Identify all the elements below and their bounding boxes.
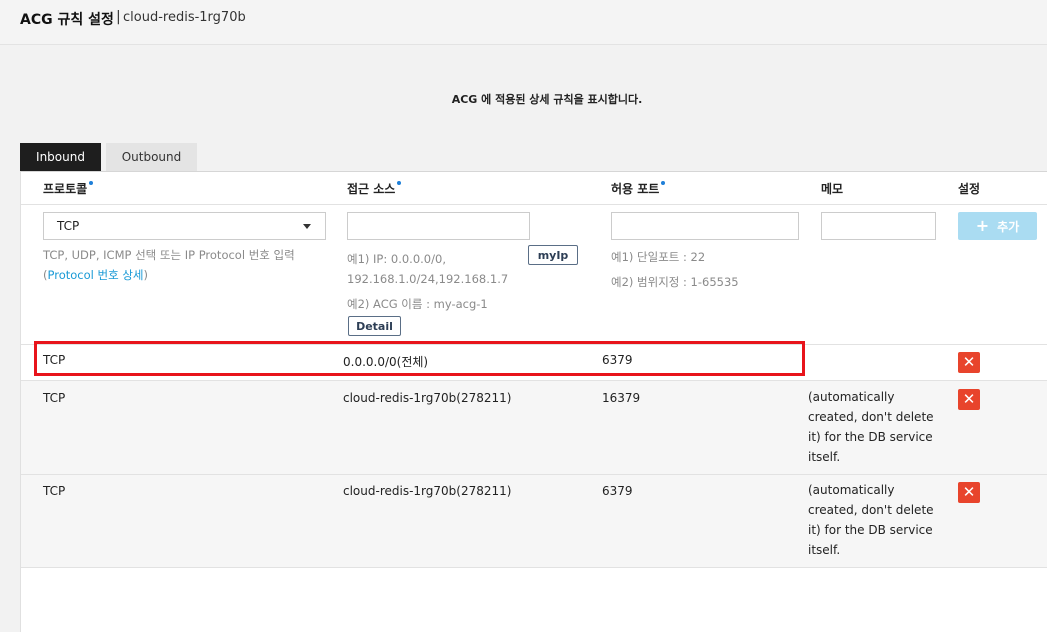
tab-outbound[interactable]: Outbound <box>106 143 197 171</box>
source-input[interactable] <box>347 212 530 240</box>
required-dot-icon <box>89 181 94 185</box>
rule-port: 16379 <box>602 391 641 405</box>
rule-protocol: TCP <box>43 391 66 405</box>
page-header: ACG 규칙 설정 | cloud-redis-1rg70b <box>0 0 1047 45</box>
add-button[interactable]: + 추가 <box>958 212 1037 240</box>
plus-icon: + <box>975 216 990 235</box>
title-separator: | <box>116 9 121 25</box>
column-header-settings: 설정 <box>958 182 981 196</box>
column-header-source: 접근 소스 <box>347 180 402 197</box>
delete-rule-button[interactable]: ✕ <box>958 352 980 373</box>
myip-button[interactable]: myIp <box>528 245 578 265</box>
memo-input[interactable] <box>821 212 936 240</box>
protocol-select[interactable]: TCP <box>43 212 326 240</box>
chevron-down-icon <box>303 224 311 229</box>
column-header-memo: 메모 <box>821 182 844 196</box>
port-hint: 예1) 단일포트 : 22 예2) 범위지정 : 1-65535 <box>611 250 739 289</box>
column-header-port: 허용 포트 <box>611 180 666 197</box>
protocol-hint: TCP, UDP, ICMP 선택 또는 IP Protocol 번호 입력 (… <box>43 248 295 282</box>
source-hint: 예1) IP: 0.0.0.0/0, 192.168.1.0/24,192.16… <box>347 252 509 311</box>
tab-inbound[interactable]: Inbound <box>20 143 101 171</box>
port-input[interactable] <box>611 212 799 240</box>
required-dot-icon <box>661 181 666 185</box>
required-dot-icon <box>397 181 402 185</box>
divider <box>21 204 1047 205</box>
detail-button[interactable]: Detail <box>348 316 401 336</box>
protocol-detail-link[interactable]: Protocol 번호 상세 <box>48 268 144 282</box>
description-text: ACG 에 적용된 상세 규칙을 표시합니다. <box>451 93 643 106</box>
rule-source: cloud-redis-1rg70b(278211) <box>343 391 512 405</box>
delete-rule-button[interactable]: ✕ <box>958 482 980 503</box>
rule-memo: (automatically created, don't delete it)… <box>808 483 934 557</box>
rule-protocol: TCP <box>43 484 66 498</box>
highlight-box <box>34 341 805 376</box>
rule-port: 6379 <box>602 484 633 498</box>
page-title: ACG 규칙 설정 <box>20 12 114 28</box>
rule-memo: (automatically created, don't delete it)… <box>808 390 934 464</box>
page-subtitle: cloud-redis-1rg70b <box>123 10 246 25</box>
rule-source: cloud-redis-1rg70b(278211) <box>343 484 512 498</box>
delete-rule-button[interactable]: ✕ <box>958 389 980 410</box>
divider <box>21 567 1047 568</box>
column-header-protocol: 프로토콜 <box>43 180 94 197</box>
